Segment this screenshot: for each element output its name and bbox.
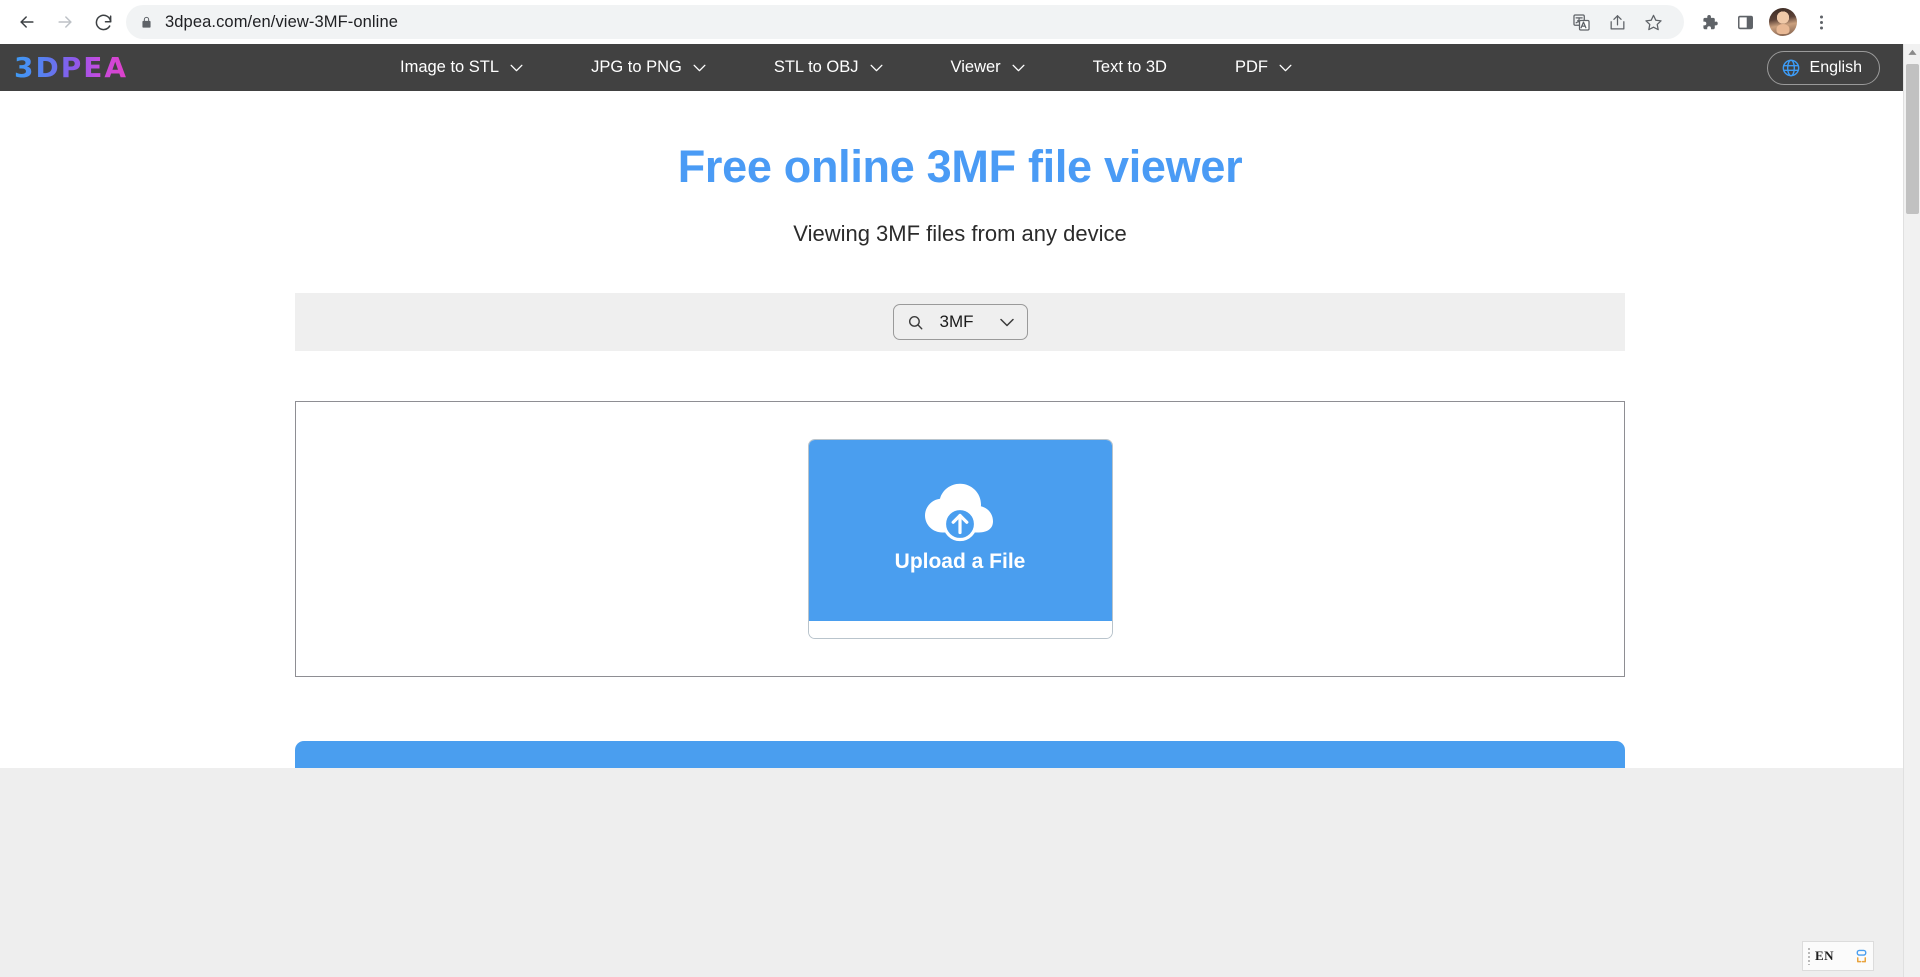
scroll-up-arrow[interactable] [1904,44,1920,61]
browser-toolbar-right [1692,5,1838,39]
upload-card-footer [808,621,1112,638]
chevron-down-icon [693,58,706,77]
format-select[interactable]: 3MF [892,304,1028,340]
nav-item-label: Viewer [950,58,1001,76]
language-selector-button[interactable]: English [1766,50,1880,85]
page-content: Free online 3MF file viewer Viewing 3MF … [0,91,1920,977]
search-icon [907,314,924,331]
profile-avatar[interactable] [1769,8,1797,36]
lock-icon [140,15,153,30]
site-navigation-bar: 3DPEA Image to STL JPG to PNG STL to OBJ… [0,44,1920,91]
lower-gray-section [0,768,1920,977]
bookmark-star-icon[interactable] [1636,5,1670,39]
chevron-down-icon [870,58,883,77]
url-text: 3dpea.com/en/view-3MF-online [165,12,398,31]
omnibox-actions [1564,5,1670,39]
nav-item-image-to-stl[interactable]: Image to STL [400,50,523,85]
reload-button[interactable] [86,5,120,39]
language-widget[interactable]: EN [1802,941,1874,971]
upload-card: Upload a File [807,439,1113,639]
format-select-value: 3MF [939,312,974,331]
chevron-down-icon [1012,58,1025,77]
share-icon[interactable] [1600,5,1634,39]
nav-item-label: PDF [1234,58,1268,76]
chevron-down-icon [510,58,523,77]
expand-icon[interactable] [1854,949,1869,964]
side-panel-icon[interactable] [1728,5,1762,39]
nav-item-label: Text to 3D [1092,58,1167,76]
nav-menu: Image to STL JPG to PNG STL to OBJ Viewe… [400,50,1292,85]
translate-icon[interactable] [1564,5,1598,39]
chrome-menu-icon[interactable] [1804,5,1838,39]
nav-item-label: STL to OBJ [773,58,859,76]
upload-file-button[interactable]: Upload a File [808,440,1112,621]
nav-item-stl-to-obj[interactable]: STL to OBJ [774,50,883,85]
chevron-down-icon [1279,58,1292,77]
globe-icon [1781,58,1801,78]
drag-grip-icon[interactable] [1807,947,1811,965]
address-bar[interactable]: 3dpea.com/en/view-3MF-online [126,5,1684,39]
site-logo[interactable]: 3DPEA [14,51,128,84]
page-scrollbar[interactable] [1903,44,1920,977]
page-title: Free online 3MF file viewer [677,141,1243,192]
nav-item-pdf[interactable]: PDF [1235,50,1292,85]
format-search-bar: 3MF [295,293,1625,351]
nav-item-label: JPG to PNG [591,58,682,76]
cloud-upload-icon [919,482,1001,544]
file-drop-zone[interactable]: Upload a File [295,401,1625,677]
nav-item-label: Image to STL [400,58,500,76]
scrollbar-thumb[interactable] [1906,64,1919,214]
nav-item-jpg-to-png[interactable]: JPG to PNG [591,50,706,85]
language-widget-code: EN [1815,948,1835,963]
upload-button-label: Upload a File [894,549,1026,573]
chevron-down-icon [999,318,1014,327]
language-selector-label: English [1809,58,1862,76]
forward-button[interactable] [48,5,82,39]
page-subtitle: Viewing 3MF files from any device [793,221,1127,246]
browser-toolbar: 3dpea.com/en/view-3MF-online [0,0,1920,44]
nav-item-text-to-3d[interactable]: Text to 3D [1093,50,1167,85]
browser-nav-buttons [10,5,120,39]
nav-item-viewer[interactable]: Viewer [951,50,1025,85]
back-button[interactable] [10,5,44,39]
extensions-icon[interactable] [1692,5,1726,39]
